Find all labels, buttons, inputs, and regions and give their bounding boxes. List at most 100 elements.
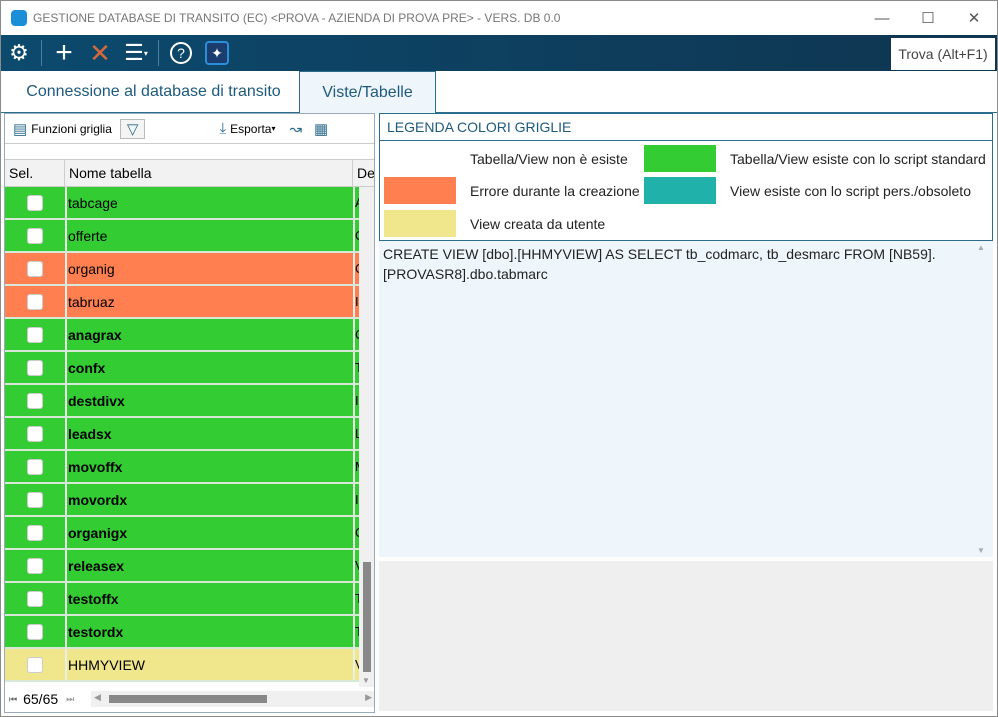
row-checkbox[interactable]	[27, 425, 43, 442]
filter-icon[interactable]: ▽	[119, 118, 146, 139]
table-name: leadsx	[65, 418, 353, 449]
sql-scrollbar[interactable]: ▲ ▼	[977, 243, 991, 555]
settings-gear-icon[interactable]: ⚙	[1, 35, 37, 71]
divider	[41, 40, 42, 66]
table-name: tabcage	[65, 187, 353, 218]
table-row[interactable]: tabruaz I	[5, 286, 359, 319]
minimize-button[interactable]: —	[859, 1, 905, 35]
table-row[interactable]: testoffx T	[5, 583, 359, 616]
table-row[interactable]: confx T	[5, 352, 359, 385]
table-row[interactable]: tabcage A	[5, 187, 359, 220]
title-bar: GESTIONE DATABASE DI TRANSITO (EC) <PROV…	[1, 1, 997, 35]
row-checkbox[interactable]	[27, 590, 43, 607]
maximize-button[interactable]: ☐	[905, 1, 951, 35]
row-checkbox[interactable]	[27, 260, 43, 277]
table-name: tabruaz	[65, 286, 353, 317]
export-button[interactable]: Esporta	[230, 122, 271, 136]
column-header-nome-tabella[interactable]: Nome tabella	[65, 160, 353, 186]
window-title: GESTIONE DATABASE DI TRANSITO (EC) <PROV…	[33, 11, 561, 25]
legend-label: View esiste con lo script pers./obsoleto	[730, 182, 971, 199]
row-select-cell	[5, 484, 65, 515]
table-name: confx	[65, 352, 353, 383]
last-record-icon[interactable]: ⏭	[66, 694, 74, 705]
table-name: anagrax	[65, 319, 353, 350]
row-checkbox[interactable]	[27, 557, 43, 574]
tab-connessione[interactable]: Connessione al database di transito	[11, 71, 296, 113]
divider	[158, 40, 159, 66]
legend-label: Errore durante la creazione	[470, 182, 640, 199]
sql-text: CREATE VIEW [dbo].[HHMYVIEW] AS SELECT t…	[383, 246, 936, 282]
table-name: testoffx	[65, 583, 353, 614]
row-checkbox[interactable]	[27, 623, 43, 640]
row-select-cell	[5, 220, 65, 251]
download-icon[interactable]: ⤓	[219, 120, 226, 137]
table-row[interactable]: anagrax C	[5, 319, 359, 352]
grid-layout-icon[interactable]: ▦	[314, 120, 328, 138]
row-select-cell	[5, 187, 65, 218]
tab-viste-tabelle[interactable]: Viste/Tabelle	[299, 71, 436, 114]
horizontal-scrollbar[interactable]: ◀ ▶	[91, 691, 374, 707]
grid-functions-button[interactable]: Funzioni griglia	[31, 122, 112, 136]
row-checkbox[interactable]	[27, 227, 43, 244]
legend-title: LEGENDA COLORI GRIGLIE	[380, 114, 992, 141]
row-select-cell	[5, 451, 65, 482]
app-logo-icon	[11, 10, 27, 26]
row-checkbox[interactable]	[27, 326, 43, 343]
row-select-cell	[5, 319, 65, 350]
menu-hamburger-icon[interactable]: ☰ ▾	[118, 35, 154, 71]
add-plus-icon[interactable]: +	[46, 35, 82, 71]
row-checkbox[interactable]	[27, 491, 43, 508]
row-select-cell	[5, 418, 65, 449]
row-checkbox[interactable]	[27, 656, 43, 673]
table-row[interactable]: leadsx L	[5, 418, 359, 451]
color-legend: LEGENDA COLORI GRIGLIE Tabella/View non …	[379, 113, 993, 241]
table-row[interactable]: testordx T	[5, 616, 359, 649]
table-row[interactable]: movordx I	[5, 484, 359, 517]
row-checkbox[interactable]	[27, 194, 43, 211]
delete-x-icon[interactable]: ✕	[82, 35, 118, 71]
row-checkbox[interactable]	[27, 359, 43, 376]
legend-label: Tabella/View non è esiste	[470, 150, 628, 167]
row-select-cell	[5, 649, 65, 680]
row-checkbox[interactable]	[27, 392, 43, 409]
table-row[interactable]: organigx O	[5, 517, 359, 550]
grid-header: Sel. Nome tabella De	[5, 159, 374, 187]
legend-item: Tabella/View non è esiste	[384, 145, 628, 172]
row-checkbox[interactable]	[27, 524, 43, 541]
table-row[interactable]: destdivx I	[5, 385, 359, 418]
table-row[interactable]: offerte O	[5, 220, 359, 253]
scroll-thumb[interactable]	[363, 562, 371, 672]
row-checkbox[interactable]	[27, 458, 43, 475]
table-name: testordx	[65, 616, 353, 647]
legend-swatch	[384, 210, 456, 237]
legend-swatch	[384, 177, 456, 204]
vertical-scrollbar[interactable]: ▼	[359, 187, 374, 687]
legend-swatch	[644, 145, 716, 172]
table-row[interactable]: movoffx M	[5, 451, 359, 484]
secondary-panel	[379, 561, 993, 711]
row-select-cell	[5, 616, 65, 647]
table-name: HHMYVIEW	[65, 649, 353, 680]
table-name: offerte	[65, 220, 353, 251]
column-header-descrizione[interactable]: De	[353, 160, 374, 186]
find-button[interactable]: Trova (Alt+F1)	[891, 38, 995, 70]
chart-icon[interactable]: ↝	[289, 120, 302, 138]
table-row[interactable]: organig O	[5, 253, 359, 286]
tab-bar: Connessione al database di transito Vist…	[1, 71, 997, 114]
row-select-cell	[5, 352, 65, 383]
grid-functions-icon[interactable]: ▤	[13, 120, 27, 138]
grid-rows: tabcage A offerte O organig O tabruaz I …	[5, 187, 359, 682]
table-row[interactable]: releasex V	[5, 550, 359, 583]
toolbar: ⚙ + ✕ ☰ ▾ ? ✦ Trova (Alt+F1)	[1, 35, 997, 71]
table-name: destdivx	[65, 385, 353, 416]
first-record-icon[interactable]: ⏮	[9, 694, 17, 705]
sql-text-area[interactable]: CREATE VIEW [dbo].[HHMYVIEW] AS SELECT t…	[379, 241, 993, 557]
table-row[interactable]: HHMYVIEW V	[5, 649, 359, 682]
scroll-thumb[interactable]	[109, 695, 267, 703]
column-header-sel[interactable]: Sel.	[5, 160, 65, 186]
close-window-button[interactable]: ✕	[951, 1, 997, 35]
help-question-icon[interactable]: ?	[163, 35, 199, 71]
ai-sparkle-icon[interactable]: ✦	[199, 35, 235, 71]
row-checkbox[interactable]	[27, 293, 43, 310]
table-name: organigx	[65, 517, 353, 548]
